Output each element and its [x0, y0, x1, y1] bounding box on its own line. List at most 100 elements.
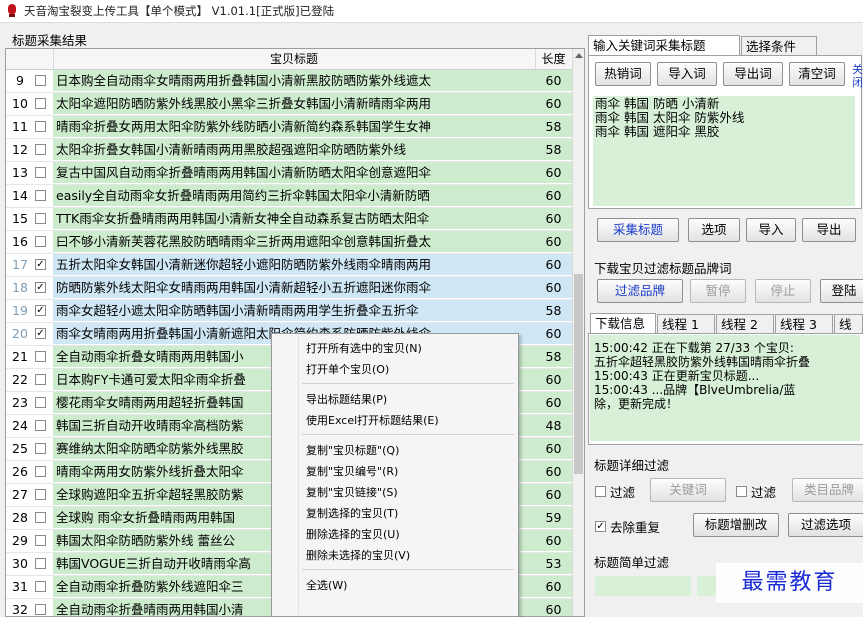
table-header: 宝贝标题 长度	[6, 49, 572, 70]
checkbox-box[interactable]	[736, 486, 747, 497]
table-row[interactable]: 9 日本购全自动雨伞女晴雨两用折叠韩国小清新黑胶防晒防紫外线遮太 60	[6, 70, 572, 93]
row-checkbox[interactable]	[35, 581, 46, 592]
row-checkbox[interactable]	[35, 167, 46, 178]
context-menu-item[interactable]: 打开单个宝贝(O)	[306, 361, 389, 377]
row-checkbox[interactable]	[35, 558, 46, 569]
dedupe-checkbox[interactable]: ✓ 去除重复	[595, 517, 660, 536]
row-number: 17	[6, 254, 34, 276]
context-menu-item[interactable]: 全选(W)	[306, 577, 347, 593]
collect-titles-button[interactable]: 采集标题	[597, 218, 679, 242]
row-checkbox[interactable]	[35, 489, 46, 500]
row-title[interactable]: 太阳伞折叠女韩国小清新晴雨两用黑胶超强遮阳伞防晒防紫外线	[53, 139, 535, 160]
row-checkbox[interactable]	[35, 121, 46, 132]
row-title[interactable]: 防晒防紫外线太阳伞女晴雨两用韩国小清新超轻小五折遮阳迷你雨伞	[53, 277, 535, 298]
row-number: 25	[12, 441, 28, 456]
context-menu-item[interactable]: 使用Excel打开标题结果(E)	[306, 412, 439, 428]
row-title[interactable]: 五折太阳伞女韩国小清新迷你超轻小遮阳防晒防紫外线雨伞晴雨两用	[53, 254, 535, 275]
row-checkbox[interactable]: ✓	[35, 282, 46, 293]
context-menu-item[interactable]: 复制"宝贝标题"(Q)	[306, 442, 399, 458]
row-checkbox[interactable]	[35, 190, 46, 201]
tab-download-info[interactable]: 下载信息	[590, 313, 656, 333]
simple-filter-input-1[interactable]	[595, 576, 691, 596]
row-title[interactable]: TTK雨伞女折叠晴雨两用韩国小清新女神全自动森系复古防晒太阳伞	[53, 208, 535, 229]
scroll-up-icon[interactable]	[575, 53, 583, 58]
header-length[interactable]: 长度	[535, 49, 572, 69]
clear-words-button[interactable]: 清空词	[789, 62, 845, 86]
checkbox-box[interactable]	[595, 486, 606, 497]
row-title[interactable]: 曰不够小清新芙蓉花黑胶防晒晴雨伞三折两用遮阳伞创意韩国折叠太	[53, 231, 535, 252]
scroll-thumb[interactable]	[574, 274, 583, 474]
import-words-button[interactable]: 导入词	[657, 62, 717, 86]
row-checkbox[interactable]	[35, 236, 46, 247]
table-row[interactable]: 11 晴雨伞折叠女两用太阳伞防紫外线防晒小清新简约森系韩国学生女神 58	[6, 116, 572, 139]
tab-thread-1[interactable]: 线程 1	[657, 314, 715, 334]
options-button[interactable]: 选项	[688, 218, 740, 242]
table-row[interactable]: 14 easily全自动雨伞女折叠晴雨两用简约三折伞韩国太阳伞小清新防晒 60	[6, 185, 572, 208]
filter-keyword-checkbox[interactable]: 过滤	[595, 482, 635, 501]
context-menu-item[interactable]: 打开所有选中的宝贝(N)	[306, 340, 422, 356]
export-button[interactable]: 导出	[802, 218, 856, 242]
context-menu-item[interactable]: 删除未选择的宝贝(V)	[306, 547, 410, 563]
keyword-button[interactable]: 关键词	[650, 478, 726, 502]
header-index	[6, 49, 54, 69]
filter-brand-button[interactable]: 过滤品牌	[597, 279, 683, 303]
context-menu-item[interactable]: 复制选择的宝贝(T)	[306, 505, 398, 521]
row-title[interactable]: 日本购全自动雨伞女晴雨两用折叠韩国小清新黑胶防晒防紫外线遮太	[53, 70, 535, 91]
table-row[interactable]: 12 太阳伞折叠女韩国小清新晴雨两用黑胶超强遮阳伞防晒防紫外线 58	[6, 139, 572, 162]
row-title[interactable]: 晴雨伞折叠女两用太阳伞防紫外线防晒小清新简约森系韩国学生女神	[53, 116, 535, 137]
table-row[interactable]: 15 TTK雨伞女折叠晴雨两用韩国小清新女神全自动森系复古防晒太阳伞 60	[6, 208, 572, 231]
row-checkbox[interactable]	[35, 443, 46, 454]
stop-button[interactable]: 停止	[755, 279, 811, 303]
row-title[interactable]: easily全自动雨伞女折叠晴雨两用简约三折伞韩国太阳伞小清新防晒	[53, 185, 535, 206]
tab-thread-more[interactable]: 线	[834, 314, 863, 334]
filter-category-checkbox[interactable]: 过滤	[736, 482, 776, 501]
table-row[interactable]: 17 ✓ 五折太阳伞女韩国小清新迷你超轻小遮阳防晒防紫外线雨伞晴雨两用 60	[6, 254, 572, 277]
row-checkbox[interactable]	[35, 420, 46, 431]
table-row[interactable]: 10 太阳伞遮阳防晒防紫外线黑胶小黑伞三折叠女韩国小清新晴雨伞两用 60	[6, 93, 572, 116]
keywords-textarea[interactable]: 雨伞 韩国 防晒 小清新 雨伞 韩国 太阳伞 防紫外线 雨伞 韩国 遮阳伞 黑胶	[593, 96, 855, 206]
row-title[interactable]: 太阳伞遮阳防晒防紫外线黑胶小黑伞三折叠女韩国小清新晴雨伞两用	[53, 93, 535, 114]
table-row[interactable]: 13 复古中国风自动雨伞折叠晴雨两用韩国小清新防晒太阳伞创意遮阳伞 60	[6, 162, 572, 185]
row-checkbox[interactable]	[35, 466, 46, 477]
row-checkbox[interactable]	[35, 75, 46, 86]
context-menu-item[interactable]: 导出标题结果(P)	[306, 391, 387, 407]
close-link[interactable]: 关 闭	[852, 63, 863, 89]
context-menu-item[interactable]: 删除选择的宝贝(U)	[306, 526, 400, 542]
row-checkbox[interactable]	[35, 144, 46, 155]
context-menu-item[interactable]: 复制"宝贝编号"(R)	[306, 463, 398, 479]
row-checkbox[interactable]	[35, 213, 46, 224]
row-checkbox[interactable]	[35, 512, 46, 523]
checkbox-box[interactable]: ✓	[595, 521, 606, 532]
tab-thread-2[interactable]: 线程 2	[716, 314, 774, 334]
row-checkbox[interactable]: ✓	[35, 259, 46, 270]
table-row[interactable]: 18 ✓ 防晒防紫外线太阳伞女晴雨两用韩国小清新超轻小五折遮阳迷你雨伞 60	[6, 277, 572, 300]
export-words-button[interactable]: 导出词	[723, 62, 783, 86]
simple-filter-input-2[interactable]	[697, 576, 717, 596]
row-title[interactable]: 雨伞女超轻小遮太阳伞防晒韩国小清新晴雨两用学生折叠伞五折伞	[53, 300, 535, 321]
header-title[interactable]: 宝贝标题	[53, 49, 536, 69]
import-button[interactable]: 导入	[746, 218, 796, 242]
title-edit-button[interactable]: 标题增删改	[693, 513, 779, 537]
table-row[interactable]: 19 ✓ 雨伞女超轻小遮太阳伞防晒韩国小清新晴雨两用学生折叠伞五折伞 58	[6, 300, 572, 323]
row-checkbox[interactable]: ✓	[35, 328, 46, 339]
row-checkbox[interactable]: ✓	[35, 305, 46, 316]
row-number: 15	[12, 211, 28, 226]
filter-options-button[interactable]: 过滤选项	[788, 513, 863, 537]
table-vscroll[interactable]	[572, 49, 584, 616]
table-row[interactable]: 16 曰不够小清新芙蓉花黑胶防晒晴雨伞三折两用遮阳伞创意韩国折叠太 60	[6, 231, 572, 254]
row-checkbox[interactable]	[35, 397, 46, 408]
tab-keyword-collect[interactable]: 输入关键词采集标题	[588, 35, 740, 55]
row-checkbox[interactable]	[35, 98, 46, 109]
category-brand-button[interactable]: 类目品牌	[792, 478, 863, 502]
tab-thread-3[interactable]: 线程 3	[775, 314, 833, 334]
hot-words-button[interactable]: 热销词	[595, 62, 651, 86]
pause-button[interactable]: 暂停	[690, 279, 746, 303]
row-checkbox[interactable]	[35, 374, 46, 385]
row-checkbox[interactable]	[35, 351, 46, 362]
row-checkbox[interactable]	[35, 604, 46, 615]
login-button[interactable]: 登陆	[820, 279, 863, 303]
context-menu-item[interactable]: 复制"宝贝链接"(S)	[306, 484, 398, 500]
row-title[interactable]: 复古中国风自动雨伞折叠晴雨两用韩国小清新防晒太阳伞创意遮阳伞	[53, 162, 535, 183]
row-checkbox[interactable]	[35, 535, 46, 546]
tab-conditions[interactable]: 选择条件	[741, 36, 817, 56]
